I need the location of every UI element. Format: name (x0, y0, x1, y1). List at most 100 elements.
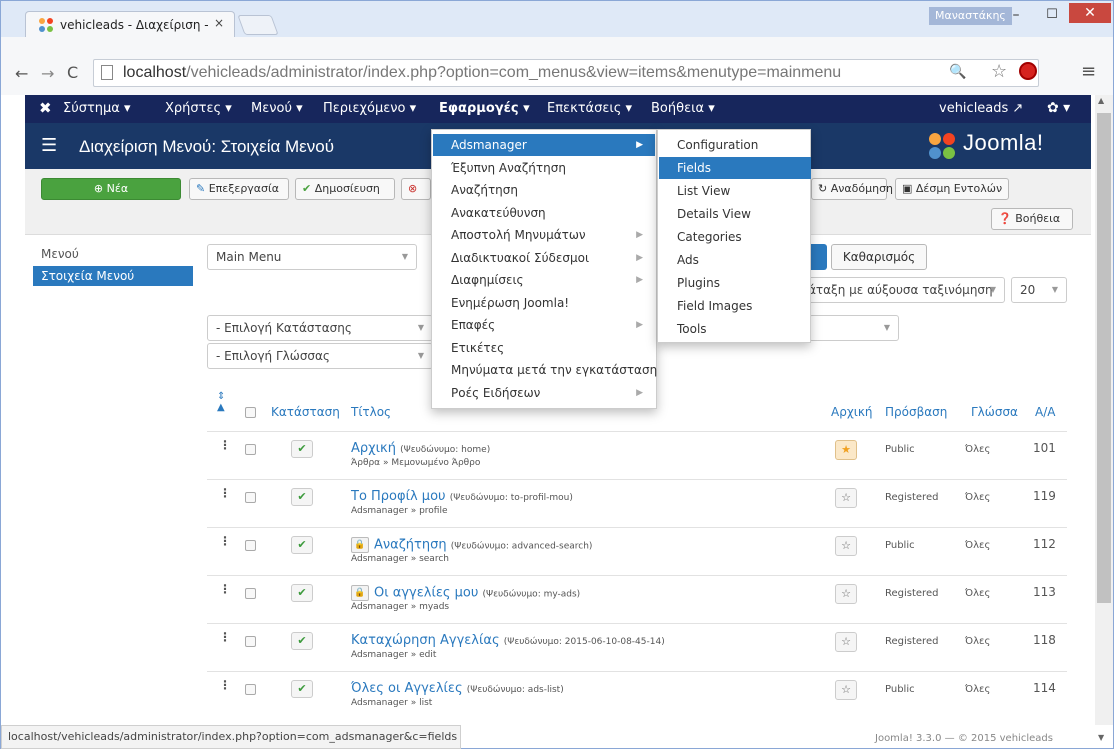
header-title[interactable]: Τίτλος (351, 405, 391, 419)
header-language[interactable]: Γλώσσα (971, 405, 1018, 419)
drag-handle-icon[interactable]: ⋮ (219, 486, 231, 500)
components-menu-item[interactable]: Μηνύματα μετά την εγκατάσταση (433, 359, 657, 381)
maximize-icon[interactable]: ☐ (1037, 4, 1067, 26)
row-checkbox[interactable] (245, 540, 256, 551)
item-title-link[interactable]: Όλες οι Αγγελίες (351, 681, 463, 696)
sort-select[interactable]: άταξη με αύξουσα ταξινόμηση ▼ (799, 277, 1005, 303)
components-menu-item[interactable]: Ανακατεύθυνση (433, 202, 655, 224)
row-checkbox[interactable] (245, 492, 256, 503)
item-title-link[interactable]: Αναζήτηση (374, 538, 447, 553)
lock-icon[interactable]: 🔒 (351, 537, 369, 553)
unpublish-button[interactable]: ⊗ (401, 178, 431, 200)
adsmanager-menu-item[interactable]: Ads (659, 249, 811, 271)
components-menu-item[interactable]: Ετικέτες (433, 337, 655, 359)
row-checkbox[interactable] (245, 636, 256, 647)
edit-button[interactable]: ✎ Επεξεργασία (189, 178, 289, 200)
select-all-checkbox[interactable] (245, 407, 256, 418)
components-menu-item[interactable]: Αναζήτηση (433, 179, 655, 201)
home-star-icon[interactable]: ☆ (835, 488, 857, 508)
drag-handle-icon[interactable]: ⋮ (219, 678, 231, 692)
published-check-icon[interactable]: ✔ (291, 488, 313, 506)
components-menu-item[interactable]: Διαφημίσεις ▶ (433, 269, 655, 291)
new-button[interactable]: ⊕ Νέα (41, 178, 181, 200)
item-title-link[interactable]: Καταχώρηση Αγγελίας (351, 633, 500, 648)
sidebar-item-menus[interactable]: Μενού (41, 247, 79, 261)
menu-users[interactable]: Χρήστες ▾ (165, 101, 232, 116)
components-menu-item[interactable]: Ροές Ειδήσεων ▶ (433, 382, 655, 404)
site-link[interactable]: vehicleads ↗ (939, 101, 1023, 116)
batch-button[interactable]: ▣ Δέσμη Εντολών (895, 178, 1009, 200)
joomla-icon[interactable]: ✖ (39, 99, 52, 117)
rebuild-button[interactable]: ↻ Αναδόμηση (811, 178, 893, 200)
item-title-link[interactable]: Το Προφίλ μου (351, 489, 446, 504)
gear-icon[interactable]: ✿ ▾ (1047, 100, 1070, 116)
published-check-icon[interactable]: ✔ (291, 680, 313, 698)
drag-handle-icon[interactable]: ⋮ (219, 582, 231, 596)
home-star-icon[interactable]: ☆ (835, 632, 857, 652)
row-checkbox[interactable] (245, 588, 256, 599)
reload-icon[interactable]: C (67, 63, 78, 82)
level-select[interactable]: ▼ (809, 315, 899, 341)
search-button[interactable] (811, 244, 827, 270)
lock-icon[interactable]: 🔒 (351, 585, 369, 601)
row-checkbox[interactable] (245, 684, 256, 695)
components-menu-item[interactable]: Επαφές ▶ (433, 314, 655, 336)
home-star-icon[interactable]: ☆ (835, 680, 857, 700)
menu-help[interactable]: Βοήθεια ▾ (651, 101, 715, 116)
published-check-icon[interactable]: ✔ (291, 584, 313, 602)
adsmanager-menu-item[interactable]: Categories (659, 226, 811, 248)
adsmanager-menu-item[interactable]: Field Images (659, 295, 811, 317)
zoom-icon[interactable]: 🔍 (949, 64, 966, 80)
tab-close-icon[interactable]: × (214, 16, 224, 30)
adsmanager-menu-item[interactable]: Configuration (659, 134, 811, 156)
bookmark-star-icon[interactable]: ☆ (991, 61, 1007, 82)
published-check-icon[interactable]: ✔ (291, 632, 313, 650)
extension-icon[interactable] (1019, 62, 1037, 80)
adsmanager-menu-item[interactable]: Fields (659, 157, 811, 179)
item-title-link[interactable]: Αρχική (351, 441, 396, 456)
components-menu-item[interactable]: Αποστολή Μηνυμάτων ▶ (433, 224, 655, 246)
status-select[interactable]: - Επιλογή Κατάστασης ▼ (207, 315, 433, 341)
scrollbar-thumb[interactable] (1097, 113, 1111, 603)
row-checkbox[interactable] (245, 444, 256, 455)
menu-menus[interactable]: Μενού ▾ (251, 101, 303, 116)
back-icon[interactable]: ← (15, 64, 28, 83)
limit-select[interactable]: 20 ▼ (1011, 277, 1067, 303)
components-menu-item[interactable]: Ενημέρωση Joomla! (433, 292, 655, 314)
browser-menu-icon[interactable]: ≡ (1081, 61, 1096, 82)
item-title-link[interactable]: Οι αγγελίες μου (374, 586, 478, 601)
published-check-icon[interactable]: ✔ (291, 440, 313, 458)
sort-order-icon[interactable]: ⇕ ▲ (217, 391, 225, 413)
published-check-icon[interactable]: ✔ (291, 536, 313, 554)
menu-extensions[interactable]: Επεκτάσεις ▾ (547, 101, 632, 116)
home-star-icon[interactable]: ★ (835, 440, 857, 460)
new-tab-button[interactable] (237, 15, 279, 35)
language-select[interactable]: - Επιλογή Γλώσσας ▼ (207, 343, 433, 369)
menu-select[interactable]: Main Menu ▼ (207, 244, 417, 270)
header-home[interactable]: Αρχική (831, 405, 873, 419)
drag-handle-icon[interactable]: ⋮ (219, 438, 231, 452)
menu-content[interactable]: Περιεχόμενο ▾ (323, 101, 416, 116)
menu-system[interactable]: Σύστημα ▾ (63, 101, 131, 116)
forward-icon[interactable]: → (41, 64, 54, 83)
publish-button[interactable]: ✔ Δημοσίευση (295, 178, 395, 200)
scroll-up-icon[interactable]: ▲ (1098, 96, 1104, 105)
clear-button[interactable]: Καθαρισμός (831, 244, 927, 270)
components-menu-item[interactable]: Έξυπνη Αναζήτηση (433, 157, 655, 179)
drag-handle-icon[interactable]: ⋮ (219, 534, 231, 548)
close-window-icon[interactable]: ✕ (1069, 3, 1111, 23)
adsmanager-menu-item[interactable]: Tools (659, 318, 811, 340)
help-button[interactable]: ❓ Βοήθεια (991, 208, 1073, 230)
url-text[interactable]: localhost/vehicleads/administrator/index… (123, 64, 841, 82)
header-id[interactable]: A/A (1035, 405, 1055, 419)
adsmanager-menu-item[interactable]: List View (659, 180, 811, 202)
drag-handle-icon[interactable]: ⋮ (219, 630, 231, 644)
components-menu-item[interactable]: Adsmanager ▶ (433, 134, 655, 156)
header-status[interactable]: Κατάσταση (271, 405, 340, 419)
header-access[interactable]: Πρόσβαση (885, 405, 947, 419)
minimize-icon[interactable]: – (1001, 4, 1031, 26)
components-menu-item[interactable]: Διαδικτυακοί Σύδεσμοι ▶ (433, 247, 655, 269)
home-star-icon[interactable]: ☆ (835, 536, 857, 556)
adsmanager-menu-item[interactable]: Details View (659, 203, 811, 225)
home-star-icon[interactable]: ☆ (835, 584, 857, 604)
